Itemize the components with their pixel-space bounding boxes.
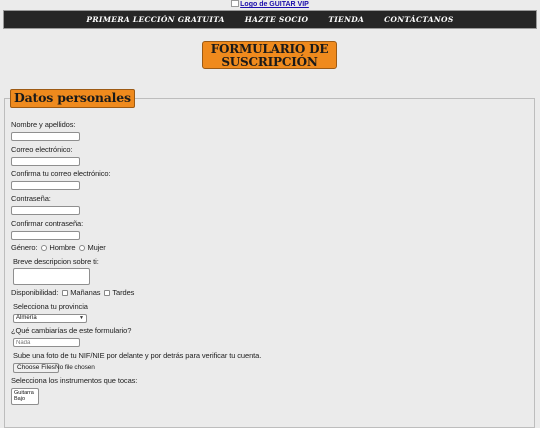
instruments-listbox[interactable]: Guitarra Bajo (11, 388, 39, 405)
upload-status: No file chosen (55, 364, 95, 371)
gender-label: Género: (11, 243, 38, 252)
nav-item-tienda[interactable]: TIENDA (328, 15, 364, 24)
password-confirm-input[interactable] (11, 231, 80, 240)
password-label: Contraseña: (11, 194, 51, 203)
password-confirm-label: Confirmar contraseña: (11, 219, 84, 228)
availability-option-tardes: Tardes (112, 288, 135, 297)
availability-checkbox-tardes[interactable] (104, 290, 111, 296)
province-selected-value: Almería (16, 315, 37, 321)
change-label: ¿Qué cambiarías de este formulario? (11, 326, 132, 335)
gender-option-mujer: Mujer (87, 243, 106, 252)
nav-item-hazte-socio[interactable]: HAZTE SOCIO (245, 15, 309, 24)
instruments-label: Selecciona los instrumentos que tocas: (11, 376, 138, 385)
page-title: FORMULARIO DE SUSCRIPCIÓN (202, 41, 337, 69)
site-logo[interactable]: Logo de GUITAR VIP (0, 0, 540, 10)
description-textarea[interactable] (13, 268, 90, 285)
main-nav: PRIMERA LECCIÓN GRATUITA HAZTE SOCIO TIE… (3, 10, 537, 29)
email-label: Correo electrónico: (11, 145, 73, 154)
gender-radio-hombre[interactable] (41, 245, 48, 251)
gender-option-hombre: Hombre (49, 243, 76, 252)
logo-alt-text: Logo de GUITAR VIP (240, 1, 309, 8)
availability-option-mananas: Mañanas (70, 288, 101, 297)
email-confirm-input[interactable] (11, 181, 80, 190)
availability-label: Disponibilidad: (11, 288, 59, 297)
availability-checkbox-mananas[interactable] (62, 290, 69, 296)
availability-row: Disponibilidad: Mañanas Tardes (11, 288, 134, 297)
change-input[interactable] (13, 338, 80, 347)
instrument-option-bajo[interactable]: Bajo (14, 396, 36, 402)
gender-row: Género: Hombre Mujer (11, 243, 106, 252)
choose-files-button[interactable]: Choose Files (13, 363, 59, 373)
fieldset-legend: Datos personales (10, 89, 135, 108)
password-input[interactable] (11, 206, 80, 215)
upload-label: Sube una foto de tu NIF/NIE por delante … (13, 351, 262, 360)
broken-image-icon (231, 0, 240, 7)
name-input[interactable] (11, 132, 80, 141)
email-confirm-label: Confirma tu correo electrónico: (11, 169, 111, 178)
chevron-down-icon: ▼ (79, 315, 84, 321)
gender-radio-mujer[interactable] (79, 245, 86, 251)
province-label: Selecciona tu provincia (13, 302, 88, 311)
nav-item-contactanos[interactable]: CONTÁCTANOS (384, 15, 453, 24)
nav-item-primera-leccion[interactable]: PRIMERA LECCIÓN GRATUITA (86, 15, 224, 24)
description-label: Breve descripcion sobre ti: (13, 257, 99, 266)
province-select[interactable]: Almería ▼ (13, 314, 87, 323)
name-label: Nombre y apellidos: (11, 120, 76, 129)
email-input[interactable] (11, 157, 80, 166)
